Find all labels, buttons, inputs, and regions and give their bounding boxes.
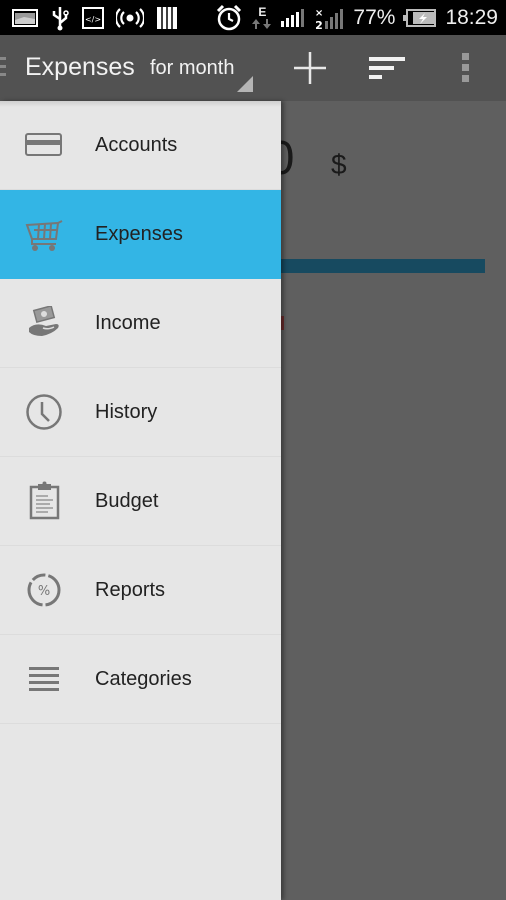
budget-progress-bar [281,259,485,273]
drawer-item-categories[interactable]: Categories [0,635,281,724]
add-icon [294,52,326,84]
storage-icon [156,5,178,31]
action-bar: Expenses for month [0,35,506,101]
clipboard-icon [24,481,64,521]
drawer-item-label: History [95,400,158,423]
battery-charging-icon [403,8,437,28]
svg-text:%: % [38,584,50,599]
signal-sim2-icon: × 2 [315,5,345,31]
navigation-drawer: Accounts Expenses Income History Budget … [0,101,281,900]
hotspot-icon [116,7,144,29]
code-icon: </> [82,6,104,29]
svg-text:</>: </> [85,15,101,24]
drawer-item-label: Expenses [95,222,183,245]
drawer-item-history[interactable]: History [0,368,281,457]
signal-icon [281,8,307,28]
drawer-item-label: Categories [95,667,192,690]
clock-icon [24,392,64,432]
drawer-item-reports[interactable]: % Reports [0,546,281,635]
main-content: 50 $ [241,101,506,900]
drawer-item-label: Income [95,311,161,334]
add-button[interactable] [288,35,332,101]
period-selector[interactable]: for month [150,57,234,80]
overflow-menu-button[interactable] [454,35,478,101]
money-hand-icon [24,303,64,343]
image-icon [12,8,38,28]
credit-card-icon [24,125,64,165]
svg-text:2: 2 [316,19,324,31]
shopping-cart-icon [24,214,64,254]
drawer-item-label: Reports [95,578,166,601]
battery-percent: 77% [353,5,396,29]
drawer-item-label: Accounts [95,133,178,156]
overflow-menu-icon [462,53,469,82]
sort-icon [369,57,405,79]
drawer-item-expenses[interactable]: Expenses [0,190,281,279]
drawer-item-accounts[interactable]: Accounts [0,101,281,190]
usb-icon [50,5,70,31]
drawer-item-label: Budget [95,489,159,512]
drawer-item-income[interactable]: Income [0,279,281,368]
alarm-icon [215,4,243,32]
percent-chart-icon: % [24,570,64,610]
spinner-dropdown-icon[interactable] [237,76,253,92]
sort-button[interactable] [364,35,410,101]
list-icon [24,659,64,699]
status-bar: </> E × 2 77% 18:29 [0,0,506,35]
app-title: Expenses [25,53,135,81]
currency-symbol: $ [331,149,347,180]
partial-text-marker [281,316,284,330]
drawer-item-budget[interactable]: Budget [0,457,281,546]
clock-time: 18:29 [445,5,498,29]
edge-data-icon: E [251,6,273,30]
drawer-indicator-icon[interactable] [0,57,6,81]
svg-text:×: × [315,8,323,19]
